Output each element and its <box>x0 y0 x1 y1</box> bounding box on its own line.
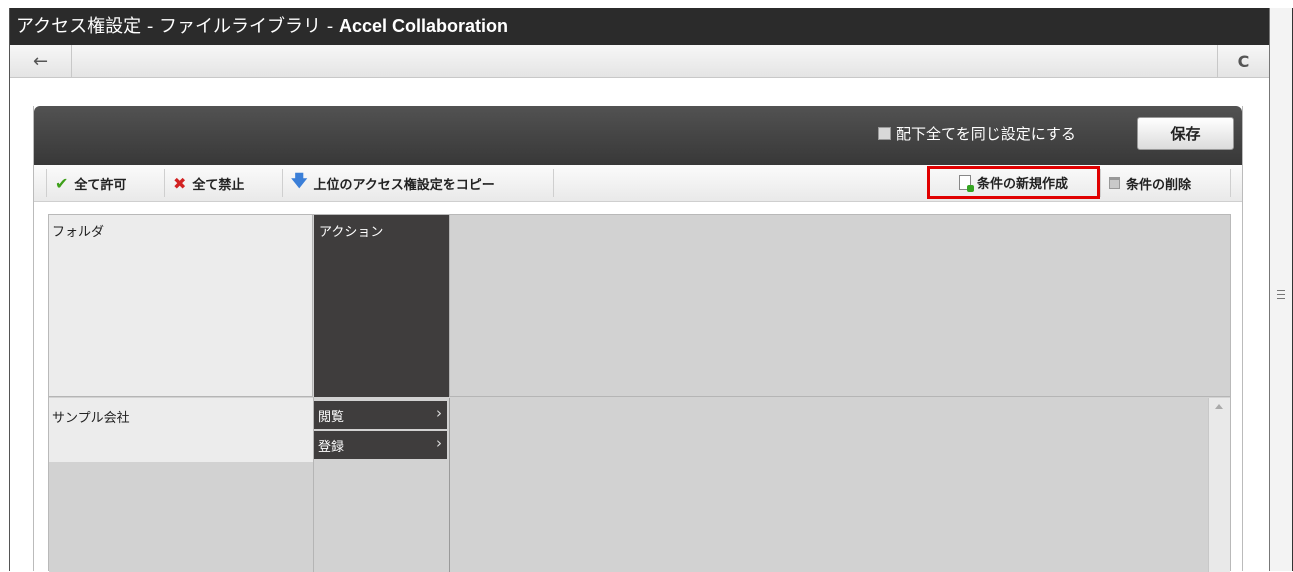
copy-parent-label: 上位のアクセス権設定をコピー <box>313 177 495 193</box>
new-condition-button[interactable]: 条件の新規作成 <box>927 166 1100 199</box>
action-item-label: 閲覧 <box>318 410 345 425</box>
delete-condition-label: 条件の削除 <box>1126 177 1192 193</box>
apply-to-all-checkbox[interactable]: 配下全てを同じ設定にする <box>878 123 1076 144</box>
x-icon: ✖ <box>173 173 187 193</box>
arrow-down-icon: 🡇 <box>291 170 308 190</box>
action-column-header: アクション <box>314 215 449 397</box>
apply-to-all-label: 配下全てを同じ設定にする <box>896 125 1076 143</box>
back-button[interactable]: ← <box>10 45 72 77</box>
folder-row-name: サンプル会社 <box>49 398 313 462</box>
permission-grid: フォルダ アクション サンプル会社 閲覧 › 登録 › <box>48 214 1231 572</box>
deny-all-label: 全て禁止 <box>192 177 245 193</box>
page-scrollbar[interactable] <box>1269 8 1293 571</box>
new-condition-label: 条件の新規作成 <box>976 177 1068 192</box>
action-item-register[interactable]: 登録 › <box>314 431 447 459</box>
folder-column-header: フォルダ <box>49 215 313 397</box>
condition-header-area <box>449 215 1230 397</box>
reload-button[interactable]: C <box>1217 45 1269 77</box>
scroll-up-icon[interactable] <box>1215 404 1223 409</box>
scroll-grip-icon[interactable] <box>1277 290 1285 299</box>
window-title-app: Accel Collaboration <box>338 16 509 36</box>
trash-icon <box>1109 177 1120 189</box>
chevron-right-icon: › <box>436 434 442 452</box>
action-list: 閲覧 › 登録 › <box>314 398 449 572</box>
toolbar: ✔ 全て許可 ✖ 全て禁止 🡇 上位のアクセス権設定をコピー 条件の新規作成 条… <box>34 165 1242 202</box>
chevron-right-icon: › <box>436 404 442 422</box>
deny-all-button[interactable]: ✖ 全て禁止 <box>164 169 282 197</box>
back-arrow-icon: ← <box>32 50 49 72</box>
allow-all-button[interactable]: ✔ 全て許可 <box>46 169 164 197</box>
condition-cell-area <box>449 398 1230 572</box>
allow-all-label: 全て許可 <box>74 177 127 193</box>
window-title-prefix: アクセス権設定 - ファイルライブラリ - <box>16 16 339 37</box>
save-button[interactable]: 保存 <box>1137 117 1234 150</box>
action-item-view[interactable]: 閲覧 › <box>314 401 447 429</box>
check-icon: ✔ <box>55 173 69 193</box>
new-document-icon <box>958 175 974 192</box>
access-settings-panel: 配下全てを同じ設定にする 保存 ✔ 全て許可 ✖ 全て禁止 🡇 上位のアクセス権… <box>33 106 1243 572</box>
navigation-bar: ← C <box>10 45 1269 78</box>
action-item-label: 登録 <box>318 440 345 455</box>
checkbox-icon[interactable] <box>878 127 891 140</box>
copy-parent-settings-button[interactable]: 🡇 上位のアクセス権設定をコピー <box>282 169 554 197</box>
delete-condition-button[interactable]: 条件の削除 <box>1100 169 1231 197</box>
window-titlebar: アクセス権設定 - ファイルライブラリ - Accel Collaboratio… <box>10 8 1269 45</box>
window-left-border <box>9 8 10 571</box>
folder-row-filler <box>49 462 313 572</box>
grid-scrollbar[interactable] <box>1208 398 1230 572</box>
panel-header: 配下全てを同じ設定にする 保存 <box>34 106 1242 165</box>
reload-icon: C <box>1237 51 1250 71</box>
